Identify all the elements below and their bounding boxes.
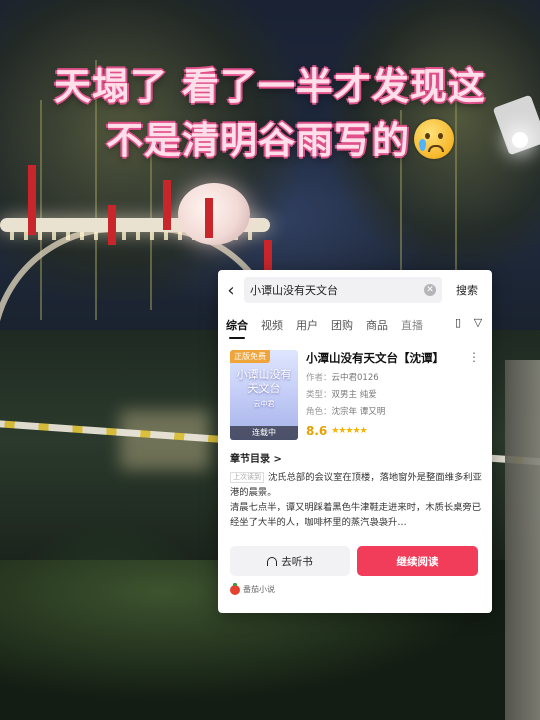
- red-flag: [205, 198, 213, 238]
- excerpt[interactable]: 上次读到 沈氏总部的会议室在顶楼，落地窗外是整面维多利亚港的晨景。 清晨七点半，谭…: [230, 470, 482, 530]
- tab-group-buy[interactable]: 团购: [331, 317, 353, 333]
- chapter-list-link[interactable]: 章节目录 >: [230, 450, 282, 465]
- type-label: 类型：: [306, 390, 332, 400]
- free-badge: 正版免费: [230, 350, 270, 363]
- result-tabs: 综合 视频 用户 团购 商品 直播 ▯ ▽: [218, 312, 492, 339]
- app-screenshot-card: ‹ 小谭山没有天文台 ✕ 搜索 综合 视频 用户 团购 商品 直播 ▯ ▽ 正版…: [218, 270, 492, 613]
- search-query: 小谭山没有天文台: [250, 284, 338, 297]
- layout-toggle-icon[interactable]: ▯: [452, 317, 464, 329]
- roles-label: 角色：: [306, 407, 332, 417]
- last-read-tag: 上次读到: [230, 472, 264, 483]
- search-button[interactable]: 搜索: [442, 282, 492, 298]
- author-label: 作者：: [306, 373, 332, 383]
- roles-row: 角色：沈宗年 谭又明: [306, 405, 480, 417]
- excerpt-paragraph-1: 上次读到 沈氏总部的会议室在顶楼，落地窗外是整面维多利亚港的晨景。: [230, 470, 482, 500]
- star-rating-icon: ★★★★★: [331, 426, 367, 436]
- tab-tools: ▯ ▽: [446, 317, 484, 329]
- author-name[interactable]: 云中君0126: [332, 373, 379, 383]
- book-info: 小潭山没有天文台【沈谭】 ⋮ 作者：云中君0126 类型：双男主 纯爱 角色：沈…: [306, 350, 480, 438]
- book-result[interactable]: 正版免费 小谭山没有天文台 云中君 连载中 小潭山没有天文台【沈谭】 ⋮ 作者：云…: [230, 350, 480, 442]
- filter-icon[interactable]: ▽: [472, 317, 484, 329]
- type-value: 双男主 纯爱: [331, 390, 377, 400]
- chevron-left-icon[interactable]: ‹: [218, 270, 244, 310]
- tomato-logo-icon: [230, 582, 240, 595]
- red-flag: [264, 240, 272, 270]
- red-flag: [108, 205, 116, 245]
- headline-line-2-text: 不是清明谷雨写的: [106, 119, 410, 162]
- tree-trunk: [505, 360, 540, 720]
- rating-score: 8.6: [306, 424, 328, 438]
- roles-value: 沈宗年 谭又明: [331, 407, 386, 417]
- rating: 8.6 ★★★★★: [306, 424, 480, 438]
- headphone-icon: [267, 556, 278, 566]
- tab-users[interactable]: 用户: [296, 317, 318, 333]
- serial-status: 连载中: [230, 426, 298, 440]
- author-row: 作者：云中君0126: [306, 371, 480, 383]
- source-name: 番茄小说: [243, 585, 275, 594]
- book-cover[interactable]: 正版免费 小谭山没有天文台云中君 连载中: [230, 350, 298, 440]
- headline-line-1: 天塌了 看了一半才发现这: [54, 65, 486, 108]
- continue-reading-button[interactable]: 继续阅读: [357, 546, 478, 576]
- more-options-icon[interactable]: ⋮: [468, 350, 480, 364]
- tab-comprehensive[interactable]: 综合: [226, 317, 248, 339]
- listen-button[interactable]: 去听书: [230, 546, 350, 576]
- cover-title: 小谭山没有天文台云中君: [234, 368, 294, 411]
- search-input[interactable]: 小谭山没有天文台 ✕: [244, 277, 442, 303]
- search-bar: ‹ 小谭山没有天文台 ✕ 搜索: [218, 270, 492, 310]
- tab-live[interactable]: 直播: [401, 317, 423, 333]
- excerpt-text-1: 沈氏总部的会议室在顶楼，落地窗外是整面维多利亚港的晨景。: [230, 472, 482, 498]
- clear-circle-icon[interactable]: ✕: [424, 284, 436, 296]
- tab-products[interactable]: 商品: [366, 317, 388, 333]
- red-flag: [28, 165, 36, 235]
- moon-lantern: [178, 183, 250, 245]
- red-flag: [163, 180, 171, 230]
- crying-face-icon: [414, 119, 454, 159]
- book-title[interactable]: 小潭山没有天文台【沈谭】: [306, 350, 480, 366]
- tab-video[interactable]: 视频: [261, 317, 283, 333]
- headline-line-2: 不是清明谷雨写的: [0, 114, 540, 168]
- listen-label: 去听书: [281, 555, 313, 568]
- cover-author: 云中君: [253, 400, 275, 408]
- headline: 天塌了 看了一半才发现这 不是清明谷雨写的: [0, 60, 540, 168]
- cover-title-text: 小谭山没有天文台: [236, 368, 292, 395]
- type-row: 类型：双男主 纯爱: [306, 388, 480, 400]
- excerpt-paragraph-2: 清晨七点半，谭又明踩着黑色牛津鞋走进来时，木质长桌旁已经坐了大半的人，咖啡杯里的…: [230, 502, 482, 528]
- source-app: 番茄小说: [230, 582, 275, 595]
